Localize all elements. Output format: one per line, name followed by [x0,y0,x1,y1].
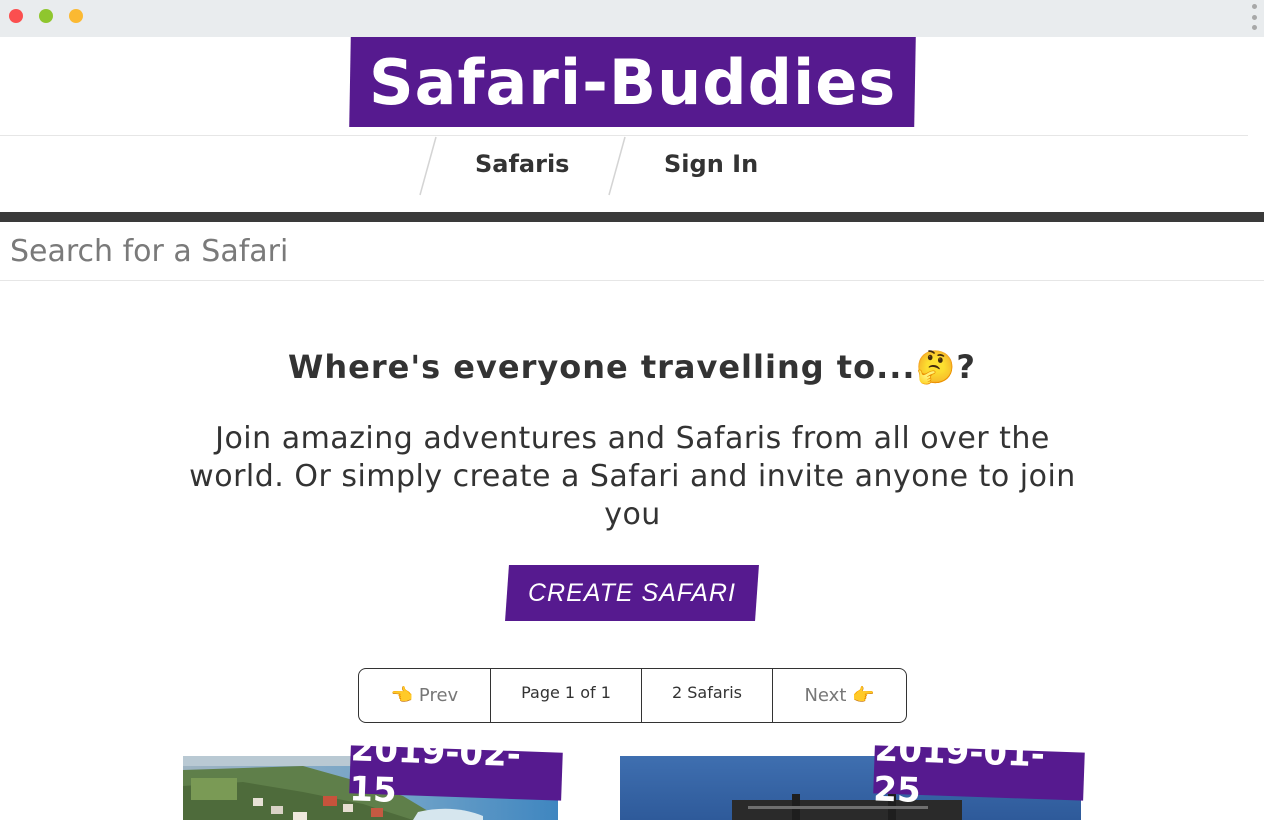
hero-title: Where's everyone travelling to...🤔? [0,348,1264,386]
nav-item-safaris[interactable]: Safaris [475,150,569,178]
next-page-button[interactable]: Next 👉 [773,669,906,722]
nav-separator-icon [607,136,627,196]
minimize-window-icon[interactable] [39,9,53,23]
search-input[interactable] [0,222,1264,281]
kebab-menu-icon[interactable] [1250,4,1258,30]
safari-count-label: 2 Safaris [671,683,743,702]
create-safari-button[interactable]: CREATE SAFARI [505,565,759,621]
header-bottom-bar [0,212,1264,222]
page-indicator: Page 1 of 1 [491,669,642,722]
nav-separator-icon [418,136,438,196]
site-logo-text: Safari-Buddies [368,45,897,119]
thinking-face-icon: 🤔 [915,348,957,386]
hero-title-suffix: ? [956,348,976,386]
create-safari-label: CREATE SAFARI [528,578,736,607]
window-titlebar [0,0,1264,37]
page-indicator-label: Page 1 of 1 [521,683,611,702]
hero-description: Join amazing adventures and Safaris from… [189,421,1076,532]
prev-page-button[interactable]: 👈 Prev [359,669,491,722]
main-nav: Safaris Sign In [0,136,1264,196]
safari-date-badge: 2019-01-25 [873,729,1085,811]
safari-date-badge: 2019-02-15 [349,729,563,811]
safari-count: 2 Safaris [642,669,773,722]
hero-title-text: Where's everyone travelling to... [288,348,916,386]
close-window-icon[interactable] [9,9,23,23]
site-logo[interactable]: Safari-Buddies [349,37,916,127]
nav-item-sign-in[interactable]: Sign In [664,150,758,178]
pagination: 👈 Prev Page 1 of 1 2 Safaris Next 👉 [358,668,907,723]
maximize-window-icon[interactable] [69,9,83,23]
